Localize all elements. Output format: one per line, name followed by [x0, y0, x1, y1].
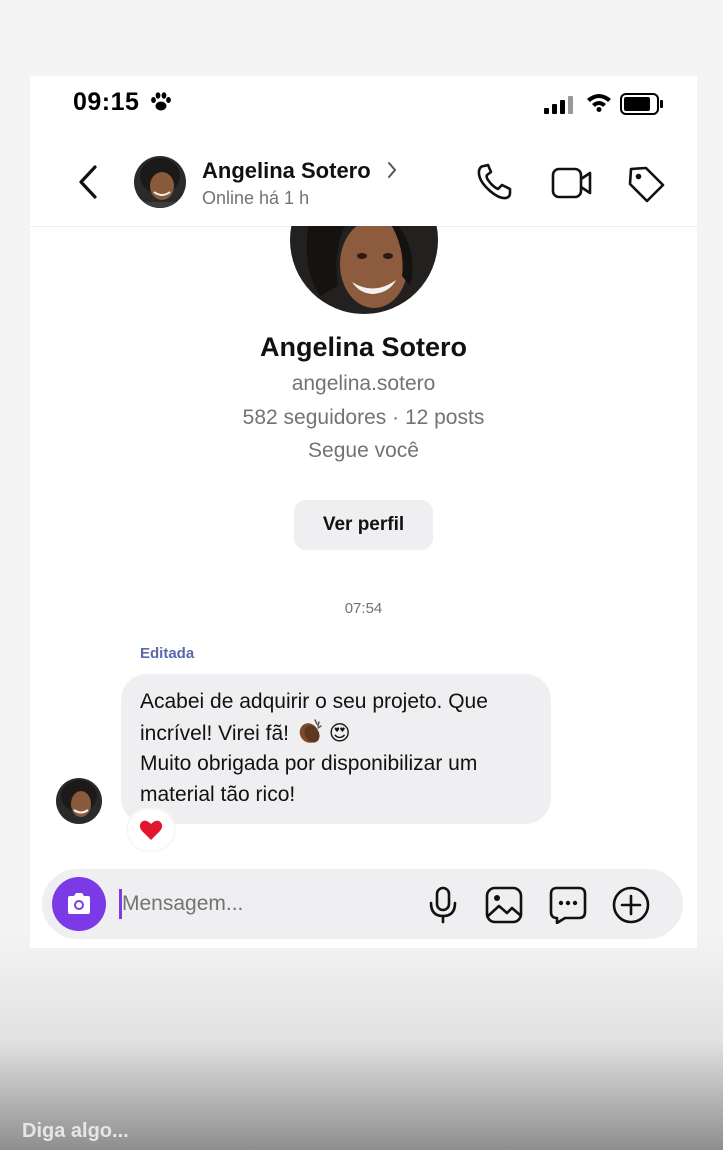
wifi-icon — [587, 94, 611, 112]
message-line: material tão rico! — [140, 782, 296, 806]
message-bubble[interactable]: Acabei de adquirir o seu projeto. Que in… — [121, 674, 551, 824]
heart-icon — [139, 820, 163, 840]
status-time: 09:15 — [73, 88, 140, 116]
phone-icon[interactable] — [474, 162, 514, 202]
video-icon[interactable] — [550, 166, 594, 200]
message-text: Acabei de adquirir o seu projeto. Que in… — [140, 687, 540, 810]
chevron-right-icon[interactable] — [386, 160, 398, 180]
camera-button[interactable] — [52, 877, 106, 931]
edited-label: Editada — [140, 645, 195, 662]
gallery-icon[interactable] — [485, 886, 523, 924]
message-line: incrível! Virei fã! 😍 — [140, 718, 540, 750]
chat-header: Angelina Sotero Online há 1 h — [30, 146, 697, 227]
message-composer — [42, 869, 683, 939]
message-input[interactable] — [122, 885, 322, 923]
profile-name: Angelina Sotero — [259, 332, 468, 362]
follows-you-label: Segue você — [308, 439, 419, 462]
contact-status: Online há 1 h — [202, 188, 310, 208]
message-line-text: incrível! Virei fã! — [140, 721, 289, 745]
view-profile-button[interactable]: Ver perfil — [294, 500, 433, 550]
clap-icon — [299, 718, 322, 743]
paw-icon — [151, 92, 171, 111]
chat-screen: 09:15 Angelina Sotero Online há 1 h Ange… — [30, 76, 697, 948]
tag-icon[interactable] — [626, 164, 666, 204]
message-line: Acabei de adquirir o seu projeto. Que — [140, 690, 488, 713]
sender-avatar[interactable] — [56, 778, 102, 824]
message-reaction[interactable] — [128, 810, 174, 850]
mic-icon[interactable] — [428, 886, 458, 924]
contact-name[interactable]: Angelina Sotero — [202, 158, 371, 184]
signal-icon — [544, 96, 573, 114]
sticker-icon[interactable] — [549, 886, 587, 924]
header-avatar[interactable] — [134, 156, 186, 208]
profile-username: angelina.sotero — [291, 372, 436, 395]
status-bar: 09:15 — [30, 76, 697, 132]
message-timestamp: 07:54 — [344, 600, 383, 617]
back-icon[interactable] — [76, 164, 100, 200]
plus-icon[interactable] — [612, 886, 650, 924]
love-eyes-emoji: 😍 — [328, 721, 351, 745]
message-line: Muito obrigada por disponibilizar um — [140, 752, 478, 775]
story-reply-input[interactable]: Diga algo... — [22, 1120, 129, 1143]
camera-icon — [68, 893, 90, 914]
profile-avatar[interactable] — [290, 226, 438, 314]
profile-stats: 582 seguidores · 12 posts — [242, 406, 485, 429]
battery-icon — [620, 93, 663, 115]
